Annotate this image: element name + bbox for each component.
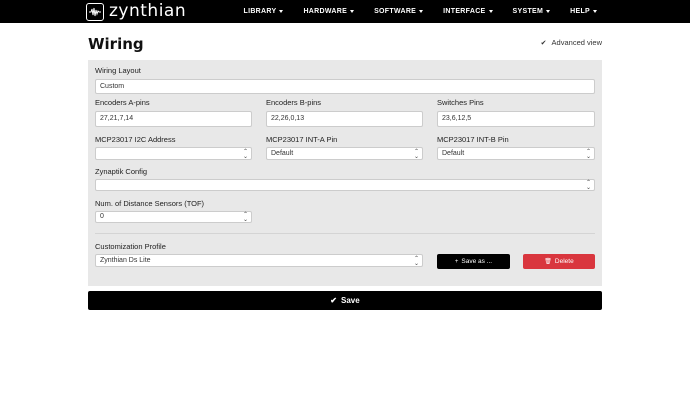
brand-name: zynthian bbox=[109, 1, 187, 21]
check-icon: ✔ bbox=[330, 296, 337, 305]
int-a-label: MCP23017 INT-A Pin bbox=[266, 135, 338, 144]
nav-menu: LIBRARY HARDWARE SOFTWARE INTERFACE SYST… bbox=[224, 0, 597, 23]
zynaptik-select[interactable]: ⌃ ⌄ bbox=[95, 179, 595, 191]
nav-item-library[interactable]: LIBRARY bbox=[244, 8, 284, 15]
caret-down-icon bbox=[546, 10, 551, 13]
nav-item-label: INTERFACE bbox=[443, 8, 486, 15]
switches-value: 23,6,12,5 bbox=[442, 115, 472, 122]
nav-item-label: LIBRARY bbox=[243, 8, 277, 15]
caret-down-icon bbox=[419, 10, 424, 13]
int-b-label: MCP23017 INT-B Pin bbox=[437, 135, 509, 144]
int-b-select[interactable]: Default ⌃ ⌄ bbox=[437, 147, 595, 160]
nav-item-label: HARDWARE bbox=[303, 8, 348, 15]
top-navbar: zynthian LIBRARY HARDWARE SOFTWARE INTER… bbox=[0, 0, 690, 23]
i2c-address-select[interactable]: ⌃ ⌄ bbox=[95, 147, 252, 160]
page-title: Wiring bbox=[88, 35, 144, 53]
check-icon: ✔ bbox=[540, 39, 547, 47]
brand-logo[interactable]: zynthian bbox=[86, 2, 186, 21]
wiring-layout-select[interactable]: Custom bbox=[95, 79, 595, 94]
select-arrows-icon: ⌃ ⌄ bbox=[242, 149, 248, 160]
delete-label: Delete bbox=[554, 258, 574, 265]
wiring-layout-label: Wiring Layout bbox=[95, 66, 141, 75]
nav-item-label: SYSTEM bbox=[512, 8, 544, 15]
save-as-label: Save as ... bbox=[461, 258, 493, 265]
distance-sensors-label: Num. of Distance Sensors (TOF) bbox=[95, 199, 205, 208]
nav-item-label: SOFTWARE bbox=[374, 8, 417, 15]
nav-item-system[interactable]: SYSTEM bbox=[513, 8, 551, 15]
i2c-address-label: MCP23017 I2C Address bbox=[95, 135, 176, 144]
waveform-icon bbox=[86, 2, 104, 21]
profile-value: Zynthian Ds Lite bbox=[100, 257, 151, 264]
encoders-a-label: Encoders A-pins bbox=[95, 98, 150, 107]
save-as-button[interactable]: + Save as ... bbox=[437, 254, 510, 269]
save-label: Save bbox=[341, 296, 360, 305]
nav-item-hardware[interactable]: HARDWARE bbox=[303, 8, 355, 15]
encoders-b-label: Encoders B-pins bbox=[266, 98, 322, 107]
select-arrows-icon: ⌃ ⌄ bbox=[413, 256, 419, 267]
caret-down-icon bbox=[279, 10, 284, 13]
caret-down-icon bbox=[488, 10, 493, 13]
nav-item-label: HELP bbox=[570, 8, 590, 15]
nav-item-help[interactable]: HELP bbox=[570, 8, 597, 15]
nav-item-interface[interactable]: INTERFACE bbox=[443, 8, 493, 15]
switches-label: Switches Pins bbox=[437, 98, 484, 107]
wiring-form-panel: Wiring Layout Custom Encoders A-pins 27,… bbox=[88, 60, 602, 286]
int-a-select[interactable]: Default ⌃ ⌄ bbox=[266, 147, 423, 160]
profile-label: Customization Profile bbox=[95, 242, 166, 251]
advanced-view-label: Advanced view bbox=[551, 38, 602, 47]
select-arrows-icon: ⌃ ⌄ bbox=[585, 149, 591, 160]
encoders-a-value: 27,21,7,14 bbox=[100, 115, 134, 122]
profile-select[interactable]: Zynthian Ds Lite ⌃ ⌄ bbox=[95, 254, 423, 267]
delete-button[interactable]: 🗑 Delete bbox=[523, 254, 595, 269]
plus-icon: + bbox=[454, 258, 459, 265]
save-button[interactable]: ✔ Save bbox=[88, 291, 602, 310]
nav-item-software[interactable]: SOFTWARE bbox=[374, 8, 424, 15]
int-a-value: Default bbox=[271, 150, 294, 157]
int-b-value: Default bbox=[442, 150, 465, 157]
select-arrows-icon: ⌃ ⌄ bbox=[413, 149, 419, 160]
distance-sensors-select[interactable]: 0 ⌃ ⌄ bbox=[95, 211, 252, 223]
trash-icon: 🗑 bbox=[544, 259, 552, 265]
encoders-b-value: 22,26,0,13 bbox=[271, 115, 305, 122]
encoders-a-input[interactable]: 27,21,7,14 bbox=[95, 111, 252, 127]
select-arrows-icon: ⌃ ⌄ bbox=[242, 212, 248, 223]
zynaptik-label: Zynaptik Config bbox=[95, 167, 148, 176]
encoders-b-input[interactable]: 22,26,0,13 bbox=[266, 111, 423, 127]
caret-down-icon bbox=[593, 10, 597, 13]
wiring-layout-value: Custom bbox=[100, 83, 125, 90]
advanced-view-toggle[interactable]: ✔ Advanced view bbox=[541, 38, 602, 47]
caret-down-icon bbox=[350, 10, 355, 13]
distance-sensors-value: 0 bbox=[100, 213, 104, 220]
switches-input[interactable]: 23,6,12,5 bbox=[437, 111, 595, 127]
select-arrows-icon: ⌃ ⌄ bbox=[585, 180, 591, 191]
form-divider bbox=[95, 233, 595, 234]
